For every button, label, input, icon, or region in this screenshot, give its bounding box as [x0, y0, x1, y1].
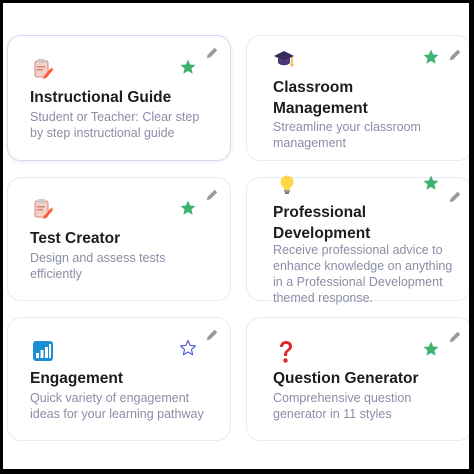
card-question-generator[interactable]: Question Generator Comprehensive questio… — [246, 317, 469, 441]
edit-pencil-icon[interactable] — [448, 48, 462, 62]
card-title: Classroom Management — [273, 79, 368, 117]
light-bulb-icon — [277, 174, 301, 198]
favorite-star-icon[interactable] — [179, 339, 197, 357]
card-description: Comprehensive question generator in 11 s… — [273, 391, 412, 421]
card-description: Streamline your classroom management — [273, 120, 421, 150]
edit-pencil-icon[interactable] — [205, 188, 219, 202]
card-instructional-guide[interactable]: Instructional Guide Student or Teacher: … — [7, 35, 231, 161]
favorite-star-icon[interactable] — [422, 174, 440, 192]
question-mark-icon — [277, 340, 301, 364]
card-title: Professional Development — [273, 204, 371, 242]
card-description: Receive professional advice to enhance k… — [273, 243, 453, 305]
favorite-star-icon[interactable] — [179, 58, 197, 76]
clipboard-pencil-icon — [32, 198, 56, 222]
card-title: Question Generator — [273, 370, 419, 387]
edit-pencil-icon[interactable] — [205, 328, 219, 342]
card-title: Engagement — [30, 370, 124, 387]
card-title: Test Creator — [30, 230, 121, 247]
clipboard-pencil-icon — [32, 58, 56, 82]
card-professional-development[interactable]: Professional Development Receive profess… — [246, 174, 469, 305]
card-classroom-management[interactable]: Classroom Management Streamline your cla… — [246, 35, 469, 161]
favorite-star-icon[interactable] — [422, 48, 440, 66]
graduation-cap-icon — [273, 48, 297, 72]
card-description: Quick variety of engagement ideas for yo… — [30, 391, 204, 421]
card-title: Instructional Guide — [30, 89, 172, 106]
tool-grid: Instructional Guide Student or Teacher: … — [3, 3, 469, 469]
card-description: Design and assess tests efficiently — [30, 251, 166, 281]
edit-pencil-icon[interactable] — [448, 190, 462, 204]
edit-pencil-icon[interactable] — [205, 46, 219, 60]
bar-chart-icon — [32, 340, 56, 364]
card-description: Student or Teacher: Clear step by step i… — [30, 110, 200, 140]
card-test-creator[interactable]: Test Creator Design and assess tests eff… — [7, 177, 231, 301]
favorite-star-icon[interactable] — [422, 340, 440, 358]
favorite-star-icon[interactable] — [179, 199, 197, 217]
card-engagement[interactable]: Engagement Quick variety of engagement i… — [7, 317, 231, 441]
edit-pencil-icon[interactable] — [448, 330, 462, 344]
